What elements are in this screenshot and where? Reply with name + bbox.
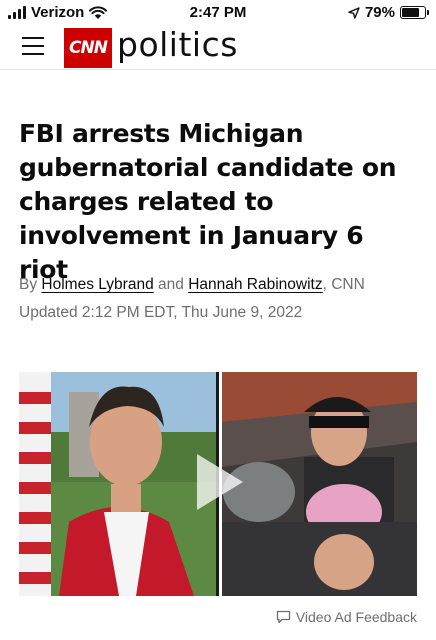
video-ad-feedback[interactable]: Video Ad Feedback: [276, 609, 417, 625]
byline-prefix: By: [19, 276, 38, 293]
feedback-icon: [276, 610, 290, 624]
section-title[interactable]: politics: [117, 25, 238, 64]
battery-percent: 79%: [364, 4, 395, 21]
author-link-2[interactable]: Hannah Rabinowitz: [188, 276, 322, 293]
author-link-1[interactable]: Holmes Lybrand: [41, 276, 153, 293]
byline: By Holmes Lybrand and Hannah Rabinowitz,…: [19, 276, 365, 294]
menu-icon[interactable]: [22, 37, 44, 55]
status-bar: Verizon 2:47 PM 79%: [0, 0, 436, 26]
article-headline: FBI arrests Michigan gubernatorial candi…: [19, 119, 397, 284]
cnn-logo[interactable]: CNN: [64, 28, 112, 68]
video-player[interactable]: [19, 372, 417, 596]
updated-timestamp: Updated 2:12 PM EDT, Thu June 9, 2022: [19, 304, 303, 321]
status-right: 79%: [348, 4, 429, 21]
battery-level: [402, 8, 420, 17]
battery-icon: [400, 6, 429, 19]
cnn-logo-text: CNN: [69, 38, 108, 58]
byline-and: and: [158, 276, 184, 293]
ad-feedback-label: Video Ad Feedback: [295, 609, 417, 625]
byline-suffix: , CNN: [322, 276, 365, 293]
location-arrow-icon: [348, 6, 360, 19]
site-header: CNN politics: [0, 25, 436, 70]
video-thumbnail: [19, 372, 417, 596]
